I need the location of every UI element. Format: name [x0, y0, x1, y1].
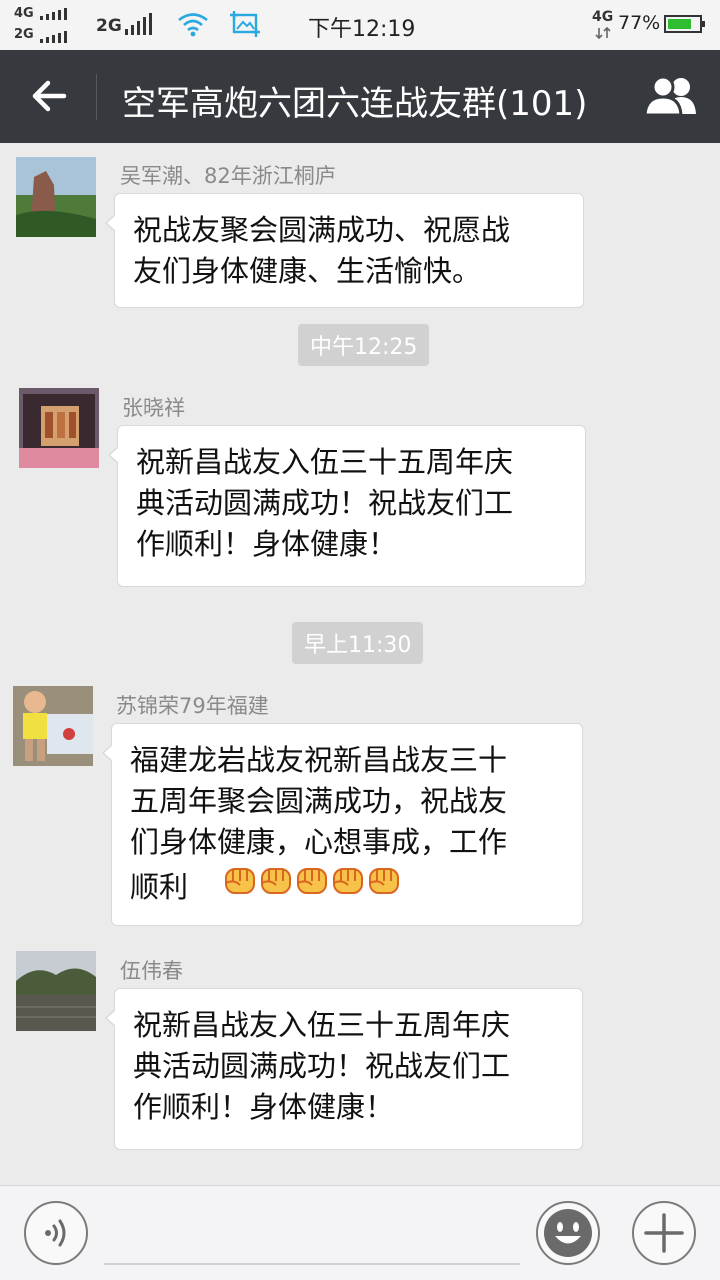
- message-line: 祝战友聚会圆满成功、祝愿战: [133, 213, 511, 247]
- battery-icon: [664, 15, 705, 33]
- message-input[interactable]: [104, 1263, 520, 1265]
- chat-title: 空军高炮六团六连战友群(101): [122, 84, 588, 124]
- signal-bars-icon: [40, 8, 67, 20]
- sender-name: 伍伟春: [120, 959, 183, 983]
- input-bar: [0, 1185, 720, 1280]
- message-bubble[interactable]: 祝新昌战友入伍三十五周年庆 典活动圆满成功！祝战友们工 作顺利！身体健康！: [108, 425, 586, 587]
- voice-button[interactable]: [24, 1201, 88, 1265]
- message-line: 福建龙岩战友祝新昌战友三十: [130, 743, 508, 777]
- plus-icon: [644, 1213, 684, 1253]
- message-line: 五周年聚会圆满成功，祝战友: [130, 784, 508, 818]
- screenshot-icon: [230, 11, 260, 37]
- title-bar: 空军高炮六团六连战友群(101): [0, 50, 720, 143]
- battery-percent: 77%: [618, 12, 661, 34]
- sender-name: 苏锦荣79年福建: [116, 694, 269, 718]
- avatar[interactable]: [13, 686, 93, 766]
- message-line: 典活动圆满成功！祝战友们工: [136, 486, 514, 520]
- wifi-icon: [178, 13, 208, 37]
- avatar[interactable]: [16, 951, 96, 1031]
- signal-bars-icon: [40, 31, 67, 43]
- signal-label-1: 4G: [14, 6, 34, 21]
- message-line: 们身体健康，心想事成，工作: [130, 825, 508, 859]
- message-line-with-emoji: 顺利: [130, 863, 566, 908]
- back-arrow-icon[interactable]: [22, 73, 74, 119]
- signal-label-2: 2G: [14, 27, 34, 42]
- timestamp: 中午12:25: [298, 324, 430, 366]
- status-time: 下午12:19: [308, 17, 416, 42]
- more-button[interactable]: [632, 1201, 696, 1265]
- message-bubble[interactable]: 福建龙岩战友祝新昌战友三十 五周年聚会圆满成功，祝战友 们身体健康，心想事成，工…: [102, 723, 583, 926]
- fist-emoji-icon: [294, 863, 330, 908]
- signal-label-3: 2G: [96, 16, 122, 36]
- avatar[interactable]: [19, 388, 99, 468]
- fist-emoji-icon: [366, 863, 402, 908]
- message-bubble[interactable]: 祝战友聚会圆满成功、祝愿战 友们身体健康、生活愉快。: [105, 193, 584, 308]
- title-divider: [96, 74, 97, 120]
- fist-emoji-icon: [330, 863, 366, 908]
- fist-emoji-icon: [258, 863, 294, 908]
- voice-icon: [45, 1219, 66, 1247]
- message-bubble[interactable]: 祝新昌战友入伍三十五周年庆 典活动圆满成功！祝战友们工 作顺利！身体健康！: [105, 988, 583, 1150]
- sender-name: 吴军潮、82年浙江桐庐: [120, 164, 336, 188]
- message-line: 作顺利！身体健康！: [133, 1090, 395, 1124]
- message-line: 祝新昌战友入伍三十五周年庆: [133, 1008, 511, 1042]
- timestamp: 早上11:30: [292, 622, 424, 664]
- message-line: 友们身体健康、生活愉快。: [133, 254, 482, 288]
- message-line: 作顺利！身体健康！: [136, 527, 398, 561]
- sender-name: 张晓祥: [122, 396, 185, 420]
- fist-emoji-icon: [222, 863, 258, 908]
- emoji-icon: [544, 1209, 592, 1257]
- message-line: 祝新昌战友入伍三十五周年庆: [136, 445, 514, 479]
- data-arrows-icon: [595, 27, 611, 39]
- emoji-button[interactable]: [536, 1201, 600, 1265]
- avatar[interactable]: [16, 157, 96, 237]
- status-bar: 4G 2G 2G 下午12:19 4G 77%: [0, 0, 720, 50]
- signal-bars-icon: [125, 13, 152, 35]
- fist-emoji-row: [222, 868, 402, 904]
- group-members-icon[interactable]: [640, 72, 702, 120]
- message-line: 典活动圆满成功！祝战友们工: [133, 1049, 511, 1083]
- network-label: 4G: [592, 9, 614, 25]
